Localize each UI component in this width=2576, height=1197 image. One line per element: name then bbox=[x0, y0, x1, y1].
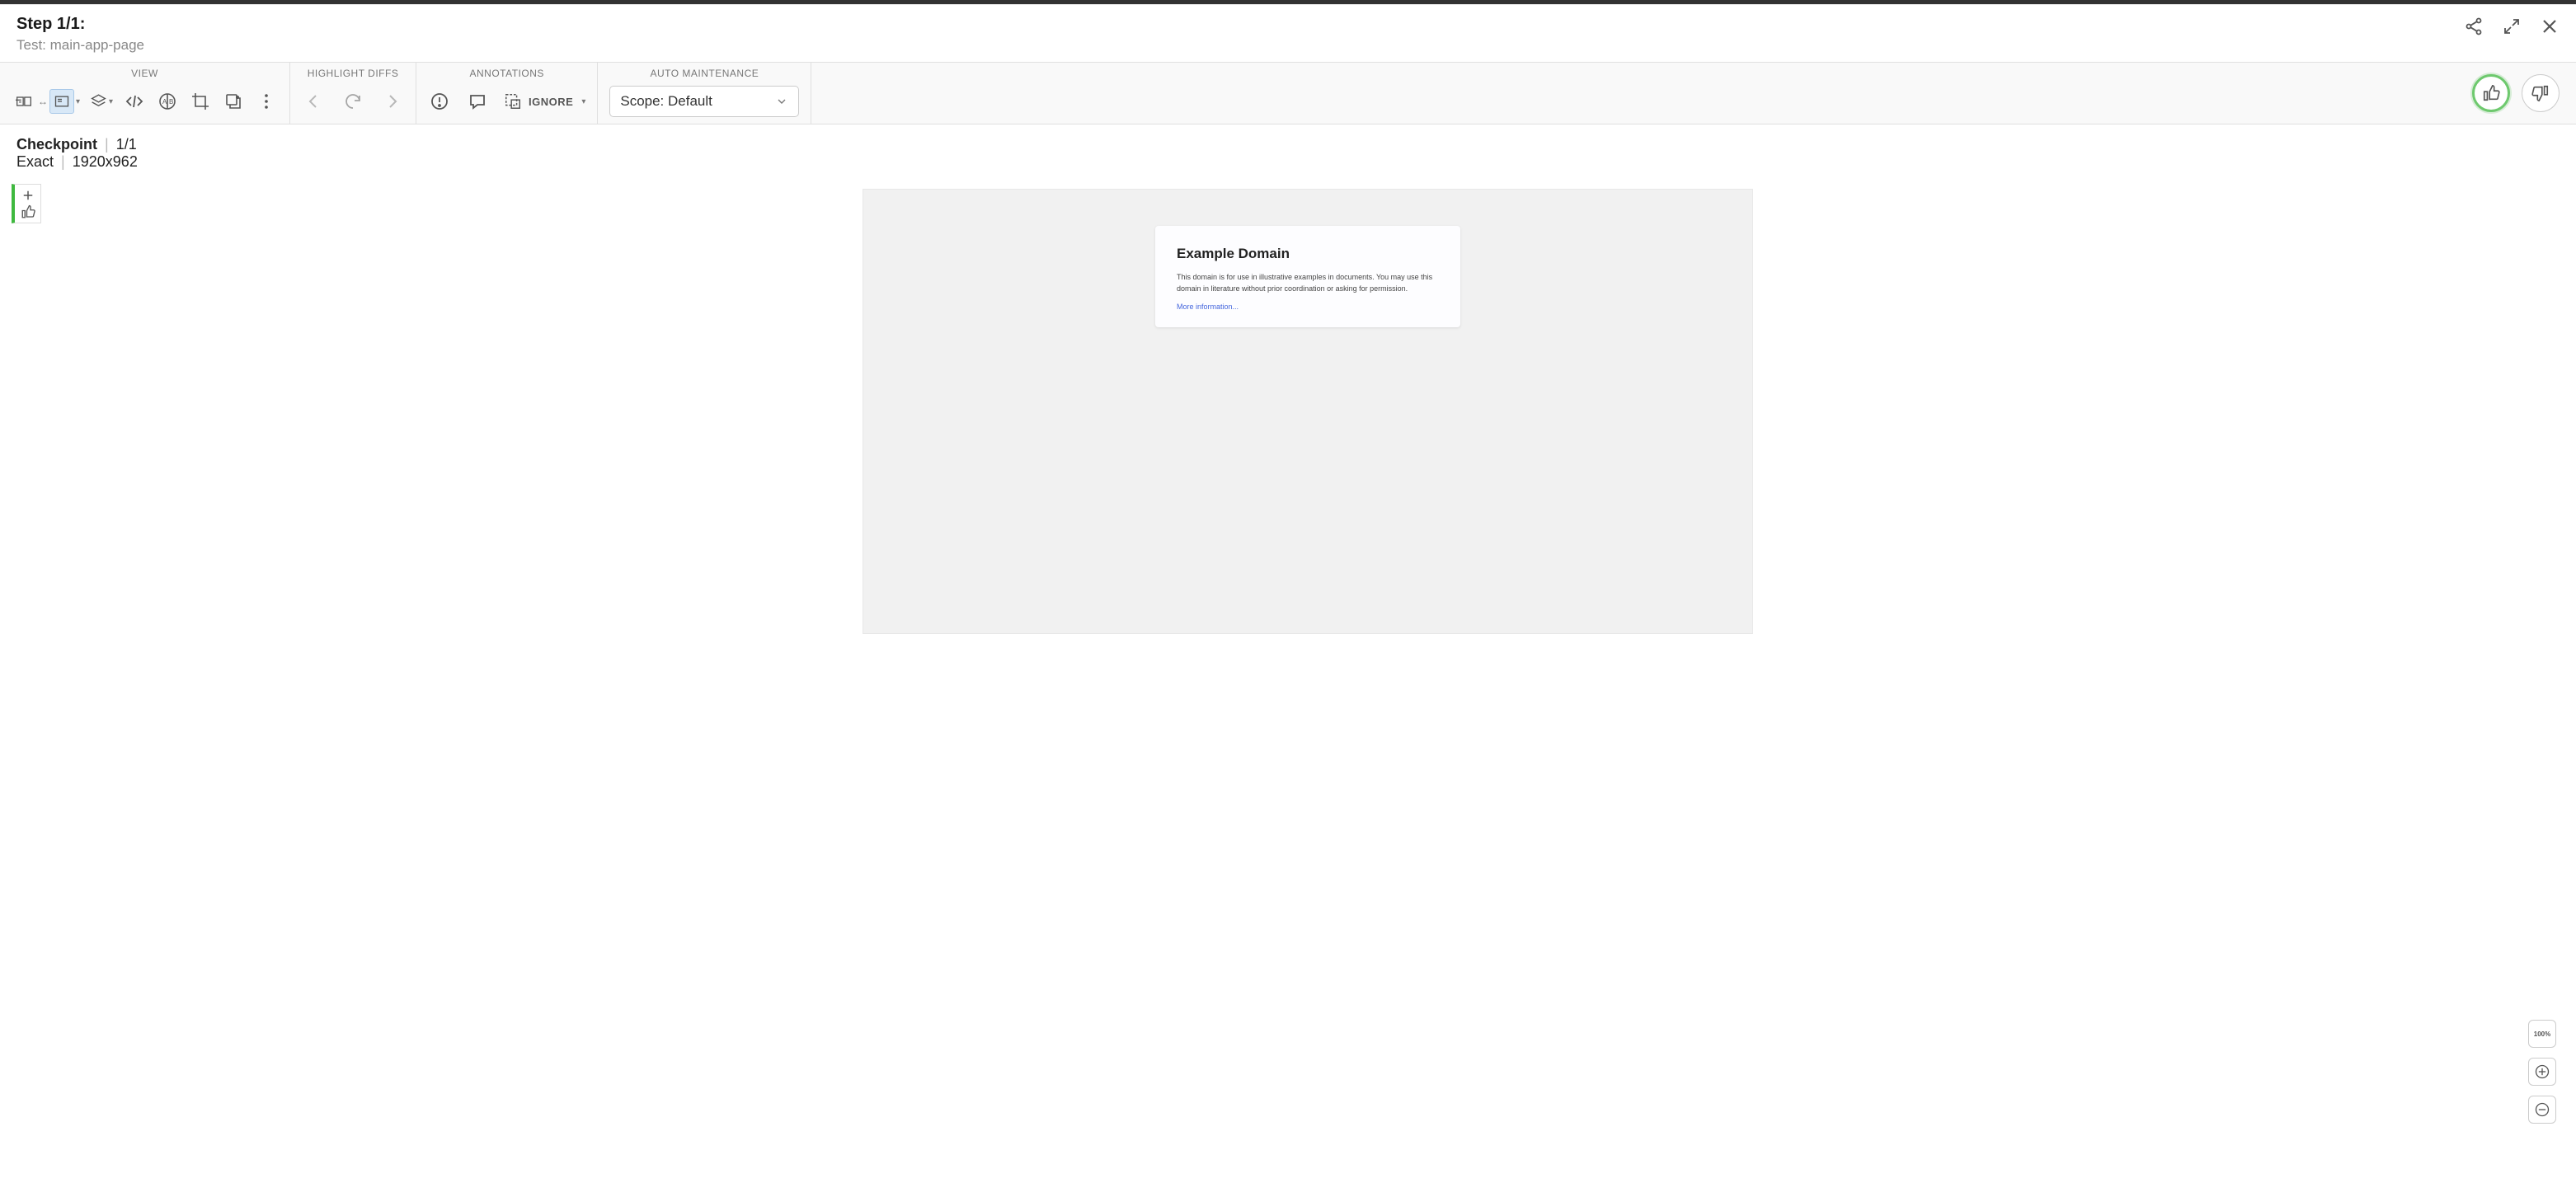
auto-maintenance-label: AUTO MAINTENANCE bbox=[609, 68, 799, 81]
comment-button[interactable] bbox=[466, 90, 489, 113]
header-title-group: Step 1/1: Test: main-app-page bbox=[16, 15, 144, 54]
layout-caret-icon[interactable]: ▾ bbox=[76, 97, 80, 106]
thumbnail-rail bbox=[0, 174, 40, 1190]
view-label: VIEW bbox=[12, 68, 278, 81]
layers-button[interactable]: ▾ bbox=[90, 90, 113, 113]
zoom-out-button[interactable] bbox=[2528, 1096, 2556, 1124]
scope-select[interactable]: Scope: Default bbox=[609, 86, 799, 117]
test-name: Test: main-app-page bbox=[16, 37, 144, 54]
layout-toggle: ↔ ▾ bbox=[12, 89, 80, 114]
checkpoint-line: Checkpoint | 1/1 bbox=[16, 136, 2560, 153]
layout-arrow-icon: ↔ bbox=[36, 96, 49, 107]
toolbar: VIEW ↔ ▾ ▾ AB bbox=[0, 62, 2576, 124]
ignore-region-button[interactable]: IGNORE ▾ bbox=[504, 92, 585, 110]
auto-maintenance-section: AUTO MAINTENANCE Scope: Default bbox=[598, 63, 811, 124]
example-body: This domain is for use in illustrative e… bbox=[1177, 272, 1439, 294]
svg-text:A: A bbox=[162, 98, 167, 106]
plus-icon bbox=[21, 188, 35, 203]
zoom-in-button[interactable] bbox=[2528, 1058, 2556, 1086]
refresh-diff-button[interactable] bbox=[341, 90, 364, 113]
annotations-section: ANNOTATIONS IGNORE ▾ bbox=[416, 63, 598, 124]
resolution-value: 1920x962 bbox=[73, 153, 138, 170]
thumbs-up-icon bbox=[2482, 84, 2500, 102]
zoom-controls: 100% bbox=[2528, 1020, 2556, 1124]
thumbs-up-button[interactable] bbox=[2472, 74, 2510, 112]
layout-single[interactable] bbox=[49, 89, 74, 114]
checkpoint-thumbnail[interactable] bbox=[12, 184, 41, 223]
share-icon[interactable] bbox=[2464, 16, 2484, 36]
chevron-down-icon bbox=[775, 95, 788, 108]
highlight-diffs-label: HIGHLIGHT DIFFS bbox=[302, 68, 404, 81]
prev-diff-button[interactable] bbox=[302, 90, 325, 113]
header-actions bbox=[2464, 15, 2560, 36]
layout-side-by-side[interactable] bbox=[12, 89, 36, 114]
highlight-diffs-section: HIGHLIGHT DIFFS bbox=[290, 63, 416, 124]
issue-button[interactable] bbox=[428, 90, 451, 113]
example-domain-card: Example Domain This domain is for use in… bbox=[1155, 226, 1460, 327]
ab-compare-button[interactable]: AB bbox=[156, 90, 179, 113]
screenshot-frame: Example Domain This domain is for use in… bbox=[863, 189, 1753, 634]
thumbs-down-button[interactable] bbox=[2522, 74, 2560, 112]
modal-header: Step 1/1: Test: main-app-page bbox=[0, 5, 2576, 62]
view-section: VIEW ↔ ▾ ▾ AB bbox=[0, 63, 290, 124]
annotations-label: ANNOTATIONS bbox=[428, 68, 585, 81]
match-mode: Exact bbox=[16, 153, 54, 170]
thumbs-up-icon bbox=[21, 204, 35, 219]
approve-section bbox=[2456, 63, 2576, 124]
checkpoint-label: Checkpoint bbox=[16, 136, 97, 153]
ignore-label: IGNORE bbox=[529, 96, 573, 108]
checkpoint-header: Checkpoint | 1/1 Exact | 1920x962 bbox=[0, 124, 2576, 174]
example-title: Example Domain bbox=[1177, 246, 1439, 262]
checkpoint-count: 1/1 bbox=[116, 136, 137, 153]
screenshot-viewer[interactable]: Example Domain This domain is for use in… bbox=[40, 174, 2576, 1190]
zoom-in-icon bbox=[2534, 1063, 2550, 1080]
example-link: More information... bbox=[1177, 303, 1439, 311]
svg-text:B: B bbox=[169, 98, 173, 106]
code-button[interactable] bbox=[123, 90, 146, 113]
crop-button[interactable] bbox=[189, 90, 212, 113]
thumbs-down-icon bbox=[2531, 84, 2550, 102]
close-icon[interactable] bbox=[2540, 16, 2560, 36]
expand-icon[interactable] bbox=[2502, 16, 2522, 36]
main-area: Example Domain This domain is for use in… bbox=[0, 174, 2576, 1190]
toolbar-spacer bbox=[811, 63, 2456, 124]
step-title: Step 1/1: bbox=[16, 15, 144, 34]
zoom-out-icon bbox=[2534, 1101, 2550, 1118]
zoom-fit-label: 100% bbox=[2534, 1030, 2550, 1038]
ignore-caret-icon: ▾ bbox=[581, 97, 585, 106]
root-cause-button[interactable] bbox=[222, 90, 245, 113]
scope-value: Scope: Default bbox=[620, 93, 712, 110]
zoom-fit-button[interactable]: 100% bbox=[2528, 1020, 2556, 1048]
next-diff-button[interactable] bbox=[381, 90, 404, 113]
more-menu-button[interactable] bbox=[255, 90, 278, 113]
resolution-line: Exact | 1920x962 bbox=[16, 153, 2560, 171]
layers-caret-icon: ▾ bbox=[109, 97, 113, 106]
